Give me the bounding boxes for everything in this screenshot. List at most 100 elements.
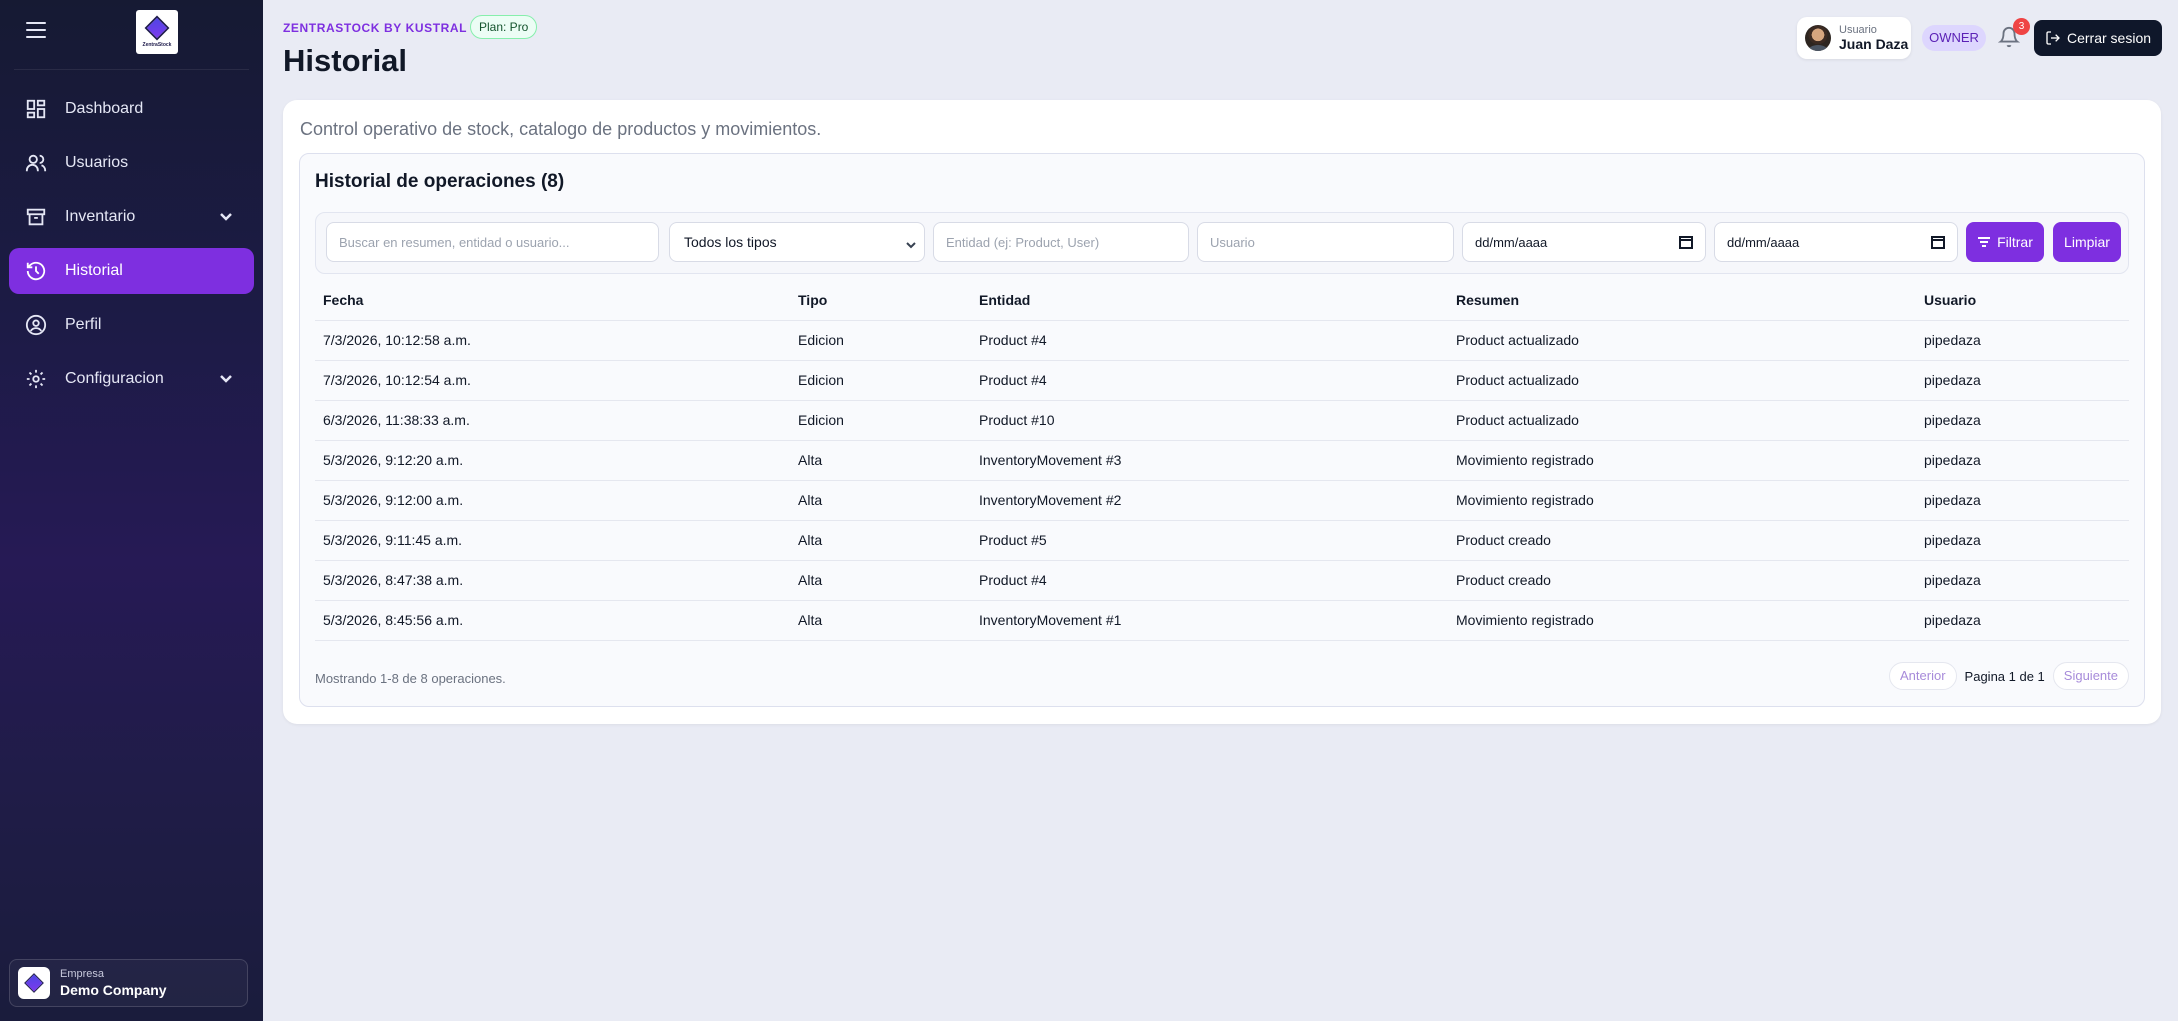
calendar-icon[interactable] <box>1931 235 1945 249</box>
sidebar-item-configuracion[interactable]: Configuracion <box>9 356 254 402</box>
table-row[interactable]: 6/3/2026, 11:38:33 a.m. Edicion Product … <box>315 400 2129 441</box>
table-header-row: Fecha Tipo Entidad Resumen Usuario <box>315 292 2129 321</box>
sidebar-nav: Dashboard Usuarios Inventario Historial … <box>0 86 263 402</box>
cell-tipo: Alta <box>790 520 971 561</box>
table-row[interactable]: 5/3/2026, 9:12:00 a.m. Alta InventoryMov… <box>315 480 2129 521</box>
column-header-usuario[interactable]: Usuario <box>1916 292 2129 321</box>
users-icon <box>25 152 47 174</box>
cell-tipo: Edicion <box>790 400 971 441</box>
plan-badge: Plan: Pro <box>470 15 538 39</box>
cell-fecha: 5/3/2026, 9:12:20 a.m. <box>315 440 790 481</box>
cell-resumen: Product actualizado <box>1448 400 1916 441</box>
cell-entidad: Product #4 <box>971 320 1448 361</box>
date-from-field[interactable]: dd/mm/aaaa <box>1462 222 1706 262</box>
main-card: Control operativo de stock, catalogo de … <box>283 100 2161 724</box>
filter-icon <box>1978 237 1991 247</box>
sidebar-item-label: Configuracion <box>65 370 164 387</box>
table-row[interactable]: 5/3/2026, 9:11:45 a.m. Alta Product #5 P… <box>315 520 2129 561</box>
cell-fecha: 6/3/2026, 11:38:33 a.m. <box>315 400 790 441</box>
cell-usuario: pipedaza <box>1916 560 2129 601</box>
sidebar-item-perfil[interactable]: Perfil <box>9 302 254 348</box>
column-header-resumen[interactable]: Resumen <box>1448 292 1916 321</box>
sidebar-item-label: Inventario <box>65 208 136 225</box>
column-header-tipo[interactable]: Tipo <box>790 292 971 321</box>
search-input[interactable] <box>326 222 659 262</box>
logout-button[interactable]: Cerrar sesion <box>2034 20 2162 56</box>
table-row[interactable]: 5/3/2026, 8:47:38 a.m. Alta Product #4 P… <box>315 560 2129 601</box>
cell-usuario: pipedaza <box>1916 600 2129 641</box>
cell-tipo: Alta <box>790 480 971 521</box>
clear-button[interactable]: Limpiar <box>2053 222 2121 262</box>
cell-usuario: pipedaza <box>1916 440 2129 481</box>
filter-button[interactable]: Filtrar <box>1966 222 2044 262</box>
cell-entidad: InventoryMovement #2 <box>971 480 1448 521</box>
sidebar-item-label: Perfil <box>65 316 102 333</box>
cell-resumen: Movimiento registrado <box>1448 480 1916 521</box>
cell-usuario: pipedaza <box>1916 360 2129 401</box>
company-label: Empresa <box>60 968 105 980</box>
cell-usuario: pipedaza <box>1916 320 2129 361</box>
sidebar: ZentraStock Dashboard Usuarios Inventari… <box>0 0 263 1021</box>
next-page-button[interactable]: Siguiente <box>2052 662 2129 690</box>
cell-entidad: Product #10 <box>971 400 1448 441</box>
notification-count: 3 <box>2013 18 2030 35</box>
column-header-fecha[interactable]: Fecha <box>315 292 790 321</box>
prev-page-button[interactable]: Anterior <box>1889 662 1957 690</box>
app-logo[interactable]: ZentraStock <box>136 10 178 54</box>
filter-label: Filtrar <box>1997 234 2033 250</box>
column-header-entidad[interactable]: Entidad <box>971 292 1448 321</box>
cell-entidad: InventoryMovement #1 <box>971 600 1448 641</box>
sidebar-item-label: Usuarios <box>65 154 129 171</box>
avatar <box>1805 25 1831 51</box>
gear-icon <box>25 368 47 390</box>
cell-fecha: 5/3/2026, 8:47:38 a.m. <box>315 560 790 601</box>
history-table: Fecha Tipo Entidad Resumen Usuario 7/3/2… <box>315 292 2129 641</box>
sidebar-item-historial[interactable]: Historial <box>9 248 254 294</box>
cell-usuario: pipedaza <box>1916 520 2129 561</box>
cell-entidad: Product #5 <box>971 520 1448 561</box>
sidebar-item-inventario[interactable]: Inventario <box>9 194 254 240</box>
cell-fecha: 5/3/2026, 9:12:00 a.m. <box>315 480 790 521</box>
table-row[interactable]: 7/3/2026, 10:12:58 a.m. Edicion Product … <box>315 320 2129 361</box>
brand-label: ZENTRASTOCK BY KUSTRAL <box>283 21 468 35</box>
table-row[interactable]: 7/3/2026, 10:12:54 a.m. Edicion Product … <box>315 360 2129 401</box>
cell-resumen: Product actualizado <box>1448 320 1916 361</box>
cell-resumen: Movimiento registrado <box>1448 440 1916 481</box>
user-input[interactable] <box>1197 222 1454 262</box>
user-name: Juan Daza <box>1839 36 1909 52</box>
results-summary: Mostrando 1-8 de 8 operaciones. <box>315 671 506 686</box>
entity-input[interactable] <box>933 222 1189 262</box>
user-circle-icon <box>25 314 47 336</box>
company-logo <box>18 967 50 999</box>
date-to-value: dd/mm/aaaa <box>1727 234 1800 250</box>
sidebar-header: ZentraStock <box>14 0 249 70</box>
cell-resumen: Product creado <box>1448 520 1916 561</box>
cell-fecha: 7/3/2026, 10:12:58 a.m. <box>315 320 790 361</box>
sidebar-item-label: Dashboard <box>65 100 144 117</box>
cell-usuario: pipedaza <box>1916 400 2129 441</box>
date-from-value: dd/mm/aaaa <box>1475 234 1548 250</box>
company-switcher[interactable]: Empresa Demo Company <box>9 959 248 1007</box>
menu-icon[interactable] <box>26 22 46 38</box>
table-row[interactable]: 5/3/2026, 9:12:20 a.m. Alta InventoryMov… <box>315 440 2129 481</box>
page-info: Pagina 1 de 1 <box>1964 668 2045 684</box>
chevron-down-icon[interactable] <box>218 370 234 386</box>
cell-resumen: Product creado <box>1448 560 1916 601</box>
cell-entidad: Product #4 <box>971 560 1448 601</box>
sidebar-item-dashboard[interactable]: Dashboard <box>9 86 254 132</box>
user-menu[interactable]: Usuario Juan Daza <box>1797 17 1911 59</box>
logo-text: ZentraStock <box>142 41 172 48</box>
cell-fecha: 5/3/2026, 9:11:45 a.m. <box>315 520 790 561</box>
role-badge: OWNER <box>1922 25 1986 51</box>
cell-tipo: Alta <box>790 440 971 481</box>
logout-label: Cerrar sesion <box>2066 30 2152 46</box>
type-select[interactable]: Todos los tipos <box>669 222 925 262</box>
calendar-icon[interactable] <box>1679 235 1693 249</box>
page-description: Control operativo de stock, catalogo de … <box>300 119 822 139</box>
chevron-down-icon[interactable] <box>218 208 234 224</box>
date-to-field[interactable]: dd/mm/aaaa <box>1714 222 1958 262</box>
table-row[interactable]: 5/3/2026, 8:45:56 a.m. Alta InventoryMov… <box>315 600 2129 641</box>
sidebar-item-usuarios[interactable]: Usuarios <box>9 140 254 186</box>
filter-bar: Todos los tipos dd/mm/aaaa dd/mm/aaaa Fi… <box>315 212 2129 274</box>
history-panel: Historial de operaciones (8) Todos los t… <box>299 153 2145 707</box>
